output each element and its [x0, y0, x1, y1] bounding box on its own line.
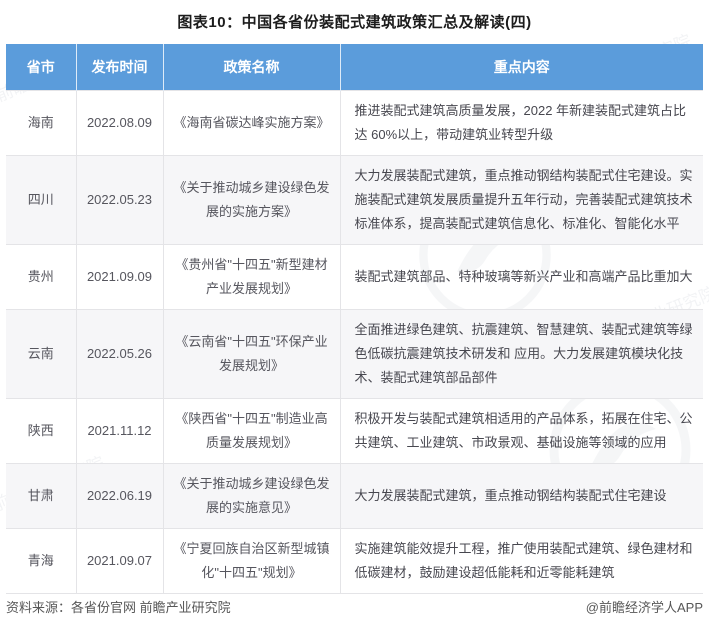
cell-content: 大力发展装配式建筑，重点推动钢结构装配式住宅建设。实施装配式建筑发展质量提升五年…: [340, 156, 703, 245]
cell-content: 推进装配式建筑高质量发展，2022 年新建装配式建筑占比达 60%以上，带动建筑…: [340, 91, 703, 156]
table-row: 海南2022.08.09《海南省碳达峰实施方案》推进装配式建筑高质量发展，202…: [6, 91, 703, 156]
cell-content: 全面推进绿色建筑、抗震建筑、智慧建筑、装配式建筑等绿色低碳抗震建筑技术研发和 应…: [340, 310, 703, 399]
cell-province: 甘肃: [6, 464, 76, 529]
cell-content: 实施建筑能效提升工程，推广使用装配式建筑、绿色建材和低碳建材，鼓励建设超低能耗和…: [340, 529, 703, 594]
cell-province: 四川: [6, 156, 76, 245]
column-header: 重点内容: [340, 44, 703, 91]
table-row: 陕西2021.11.12《陕西省"十四五"制造业高质量发展规划》积极开发与装配式…: [6, 399, 703, 464]
cell-date: 2021.09.09: [76, 245, 163, 310]
table-row: 青海2021.09.07《宁夏回族自治区新型城镇化"十四五"规划》实施建筑能效提…: [6, 529, 703, 594]
cell-date: 2022.06.19: [76, 464, 163, 529]
figure-title: 图表10：中国各省份装配式建筑政策汇总及解读(四): [0, 11, 709, 32]
cell-date: 2022.08.09: [76, 91, 163, 156]
figure-page: 前瞻产业研究院 前瞻产业研究院 前瞻产业研究院 前瞻产业研究院 前瞻产业研究院 …: [0, 0, 709, 624]
cell-content: 大力发展装配式建筑，重点推动钢结构装配式住宅建设: [340, 464, 703, 529]
cell-province: 青海: [6, 529, 76, 594]
table-row: 甘肃2022.06.19《关于推动城乡建设绿色发展的实施意见》大力发展装配式建筑…: [6, 464, 703, 529]
cell-date: 2021.09.07: [76, 529, 163, 594]
source-note: 资料来源：各省份官网 前瞻产业研究院: [6, 597, 231, 616]
table-body: 海南2022.08.09《海南省碳达峰实施方案》推进装配式建筑高质量发展，202…: [6, 91, 703, 594]
cell-date: 2022.05.23: [76, 156, 163, 245]
figure-footer: 资料来源：各省份官网 前瞻产业研究院 @前瞻经济学人APP: [6, 597, 703, 616]
table-row: 云南2022.05.26《云南省"十四五"环保产业发展规划》全面推进绿色建筑、抗…: [6, 310, 703, 399]
table-row: 贵州2021.09.09《贵州省"十四五"新型建材产业发展规划》装配式建筑部品、…: [6, 245, 703, 310]
cell-province: 贵州: [6, 245, 76, 310]
policy-table: 省市发布时间政策名称重点内容 海南2022.08.09《海南省碳达峰实施方案》推…: [6, 44, 703, 594]
cell-policy: 《关于推动城乡建设绿色发展的实施方案》: [163, 156, 340, 245]
cell-policy: 《陕西省"十四五"制造业高质量发展规划》: [163, 399, 340, 464]
cell-policy: 《云南省"十四五"环保产业发展规划》: [163, 310, 340, 399]
cell-content: 积极开发与装配式建筑相适用的产品体系，拓展在住宅、公共建筑、工业建筑、市政景观、…: [340, 399, 703, 464]
column-header: 省市: [6, 44, 76, 91]
cell-province: 海南: [6, 91, 76, 156]
column-header: 发布时间: [76, 44, 163, 91]
cell-date: 2022.05.26: [76, 310, 163, 399]
cell-province: 陕西: [6, 399, 76, 464]
column-header: 政策名称: [163, 44, 340, 91]
table-row: 四川2022.05.23《关于推动城乡建设绿色发展的实施方案》大力发展装配式建筑…: [6, 156, 703, 245]
cell-policy: 《宁夏回族自治区新型城镇化"十四五"规划》: [163, 529, 340, 594]
cell-content: 装配式建筑部品、特种玻璃等新兴产业和高端产品比重加大: [340, 245, 703, 310]
cell-date: 2021.11.12: [76, 399, 163, 464]
table-header-row: 省市发布时间政策名称重点内容: [6, 44, 703, 91]
cell-policy: 《关于推动城乡建设绿色发展的实施意见》: [163, 464, 340, 529]
cell-policy: 《贵州省"十四五"新型建材产业发展规划》: [163, 245, 340, 310]
cell-province: 云南: [6, 310, 76, 399]
cell-policy: 《海南省碳达峰实施方案》: [163, 91, 340, 156]
credit-note: @前瞻经济学人APP: [586, 597, 703, 616]
